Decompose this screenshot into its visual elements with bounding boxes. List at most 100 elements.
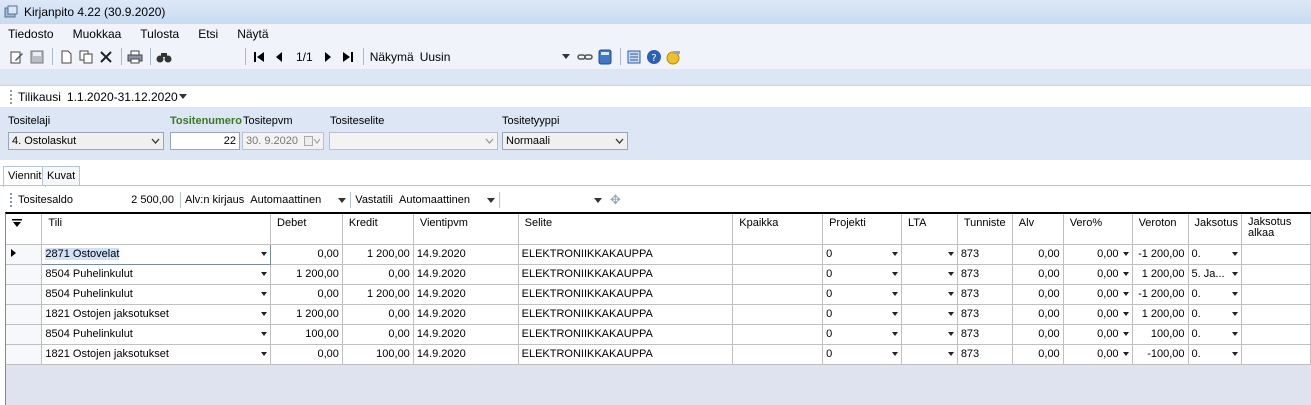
cell-selite[interactable]: ELEKTRONIIKKAKAUPPA [518,264,734,285]
cell-jaksotus[interactable]: 0. [1188,304,1242,325]
next-icon[interactable] [319,48,337,66]
cell-projekti[interactable]: 0 [822,264,902,285]
cell-vientipvm[interactable]: 14.9.2020 [413,344,519,365]
cell-selite[interactable]: ELEKTRONIIKKAKAUPPA [518,284,734,305]
tab-viennit[interactable]: Viennit [3,166,47,187]
cell-debet[interactable]: 0,00 [270,244,343,265]
cell-veroton[interactable]: -100,00 [1132,344,1189,365]
cell-veroton[interactable]: 1 200,00 [1132,304,1189,325]
cell-jaksotus[interactable]: 5. Ja... [1188,264,1242,285]
cell-alv[interactable]: 0,00 [1012,344,1064,365]
cell-alv[interactable]: 0,00 [1012,244,1064,265]
print-icon[interactable] [126,48,144,66]
calculator-icon[interactable] [596,48,614,66]
menu-tulosta[interactable]: Tulosta [138,27,181,41]
table-row[interactable]: 1821 Ostojen jaksotukset 0,00 100,00 14.9.2… [6,344,1311,365]
cell-projekti[interactable]: 0 [822,304,902,325]
cell-tunniste[interactable]: 873 [957,324,1013,345]
menu-muokkaa[interactable]: Muokkaa [71,27,124,41]
row-selector[interactable] [6,244,43,265]
cell-tili[interactable]: 8504 Puhelinkulut [41,264,272,285]
column-header-selite[interactable]: Selite [518,214,734,245]
cell-tili[interactable]: 1821 Ostojen jaksotukset [41,344,272,365]
table-row[interactable]: 8504 Puhelinkulut 1 200,00 0,00 14.9.2020 EL… [6,264,1311,285]
cell-tunniste[interactable]: 873 [957,344,1013,365]
cell-debet[interactable]: 0,00 [270,344,343,365]
cell-jaksotus-alkaa[interactable] [1241,304,1311,325]
row-selector[interactable] [6,304,43,325]
tositelaji-select[interactable]: 4. Ostolaskut [8,132,164,150]
add-icon[interactable]: ✥ [610,192,621,208]
cell-lta[interactable] [901,324,958,345]
cell-veroton[interactable]: -1 200,00 [1132,284,1189,305]
cell-debet[interactable]: 1 200,00 [270,264,343,285]
cell-kredit[interactable]: 1 200,00 [342,244,414,265]
tab-kuvat[interactable]: Kuvat [42,166,81,186]
cell-vientipvm[interactable]: 14.9.2020 [413,264,519,285]
cell-kpaikka[interactable] [732,244,824,265]
period-select[interactable]: 1.1.2020-31.12.2020 [67,90,187,104]
cell-lta[interactable] [901,264,958,285]
search-icon[interactable] [155,48,173,66]
cell-tunniste[interactable]: 873 [957,244,1013,265]
column-header-tunniste[interactable]: Tunniste [957,214,1013,245]
cell-kredit[interactable]: 0,00 [342,304,414,325]
cell-vientipvm[interactable]: 14.9.2020 [413,244,519,265]
menu-etsi[interactable]: Etsi [196,27,220,41]
new-icon[interactable] [57,48,75,66]
cell-kpaikka[interactable] [732,324,824,345]
help-icon[interactable]: ? [645,48,663,66]
cell-jaksotus[interactable]: 0. [1188,344,1242,365]
cell-vientipvm[interactable]: 14.9.2020 [413,304,519,325]
cell-vientipvm[interactable]: 14.9.2020 [413,324,519,345]
cell-kpaikka[interactable] [732,264,824,285]
cell-projekti[interactable]: 0 [822,324,902,345]
column-header-alv[interactable]: Alv [1012,214,1064,245]
link-icon[interactable] [576,48,594,66]
save-icon[interactable] [28,48,46,66]
cell-lta[interactable] [901,304,958,325]
cell-tili[interactable]: 8504 Puhelinkulut [41,324,272,345]
column-header-jaksotus-alkaa[interactable]: Jaksotus alkaa [1241,214,1311,245]
column-header-jaksotus[interactable]: Jaksotus [1188,214,1242,245]
table-row[interactable]: 8504 Puhelinkulut 100,00 0,00 14.9.2020 ELEK… [6,324,1311,345]
cell-veroton[interactable]: 1 200,00 [1132,264,1189,285]
column-header-debet[interactable]: Debet [270,214,343,245]
delete-icon[interactable] [97,48,115,66]
column-header-tili[interactable]: Tili [41,214,272,245]
cell-jaksotus-alkaa[interactable] [1241,284,1311,305]
cell-kredit[interactable]: 1 200,00 [342,284,414,305]
copy-icon[interactable] [77,48,95,66]
cell-vero[interactable]: 0,00 [1063,324,1133,345]
cell-kpaikka[interactable] [732,284,824,305]
cell-projekti[interactable]: 0 [822,344,902,365]
cell-selite[interactable]: ELEKTRONIIKKAKAUPPA [518,244,734,265]
cell-kredit[interactable]: 0,00 [342,324,414,345]
edit-icon[interactable] [8,48,26,66]
cell-debet[interactable]: 100,00 [270,324,343,345]
column-header-vero[interactable]: Vero% [1063,214,1133,245]
table-row[interactable]: 1821 Ostojen jaksotukset 1 200,00 0,00 14.9… [6,304,1311,325]
column-header-projekti[interactable]: Projekti [822,214,902,245]
menu-tiedosto[interactable]: Tiedosto [6,27,56,41]
cell-vero[interactable]: 0,00 [1063,284,1133,305]
column-header-lta[interactable]: LTA [901,214,958,245]
cell-vero[interactable]: 0,00 [1063,344,1133,365]
row-selector[interactable] [6,264,43,285]
row-selector[interactable] [6,344,43,365]
cell-tunniste[interactable]: 873 [957,284,1013,305]
cell-kredit[interactable]: 0,00 [342,264,414,285]
tositepvm-datepicker[interactable]: 30. 9.2020 [242,132,324,150]
cell-tili[interactable]: 1821 Ostojen jaksotukset [41,304,272,325]
cell-selite[interactable]: ELEKTRONIIKKAKAUPPA [518,344,734,365]
table-row[interactable]: 8504 Puhelinkulut 0,00 1 200,00 14.9.2020 EL… [6,284,1311,305]
first-icon[interactable] [250,48,268,66]
key-icon[interactable] [665,48,683,66]
extra-select[interactable] [504,192,602,208]
cell-jaksotus-alkaa[interactable] [1241,264,1311,285]
cell-jaksotus-alkaa[interactable] [1241,324,1311,345]
cell-tunniste[interactable]: 873 [957,264,1013,285]
column-header-vientipvm[interactable]: Vientipvm [413,214,519,245]
cell-kpaikka[interactable] [732,304,824,325]
row-selector[interactable] [6,324,43,345]
